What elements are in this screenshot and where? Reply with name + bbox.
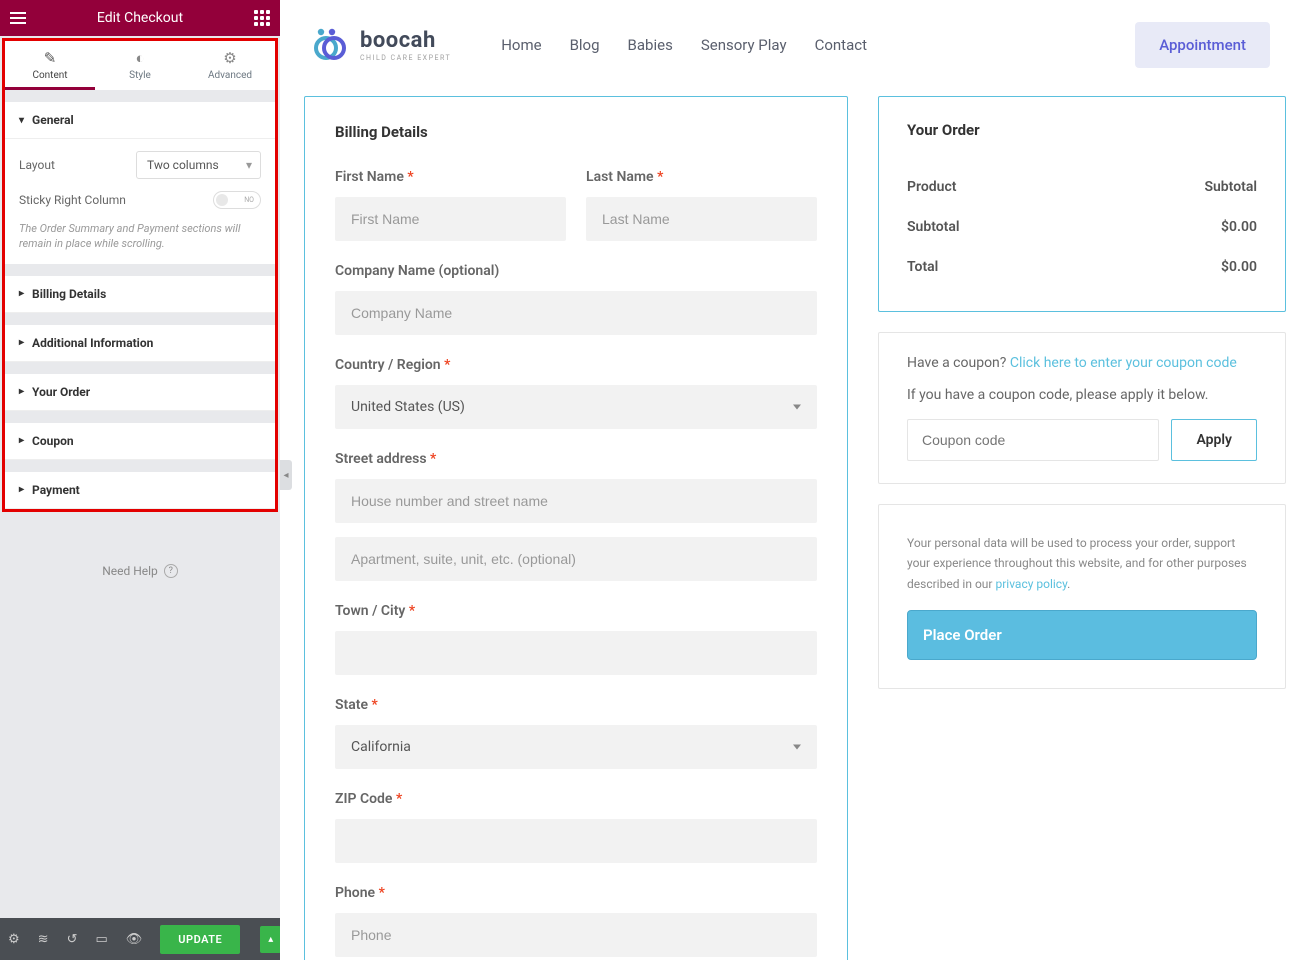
caret-right-icon: ▸ [19,484,24,495]
phone-input[interactable] [335,913,817,957]
nav-sensory[interactable]: Sensory Play [701,36,787,54]
subtotal-value: $0.00 [1221,219,1257,235]
caret-right-icon: ▸ [19,435,24,446]
coupon-input[interactable] [907,419,1159,461]
section-coupon[interactable]: ▸Coupon [5,423,275,460]
subtotal-header: Subtotal [1204,179,1257,195]
coupon-prompt: Have a coupon? Click here to enter your … [907,355,1257,371]
preview-canvas: boocah CHILD CARE EXPERT Home Blog Babie… [280,0,1300,960]
nav-blog[interactable]: Blog [570,36,600,54]
state-select[interactable]: California [335,725,817,769]
place-order-card: Your personal data will be used to proce… [878,504,1286,689]
section-payment[interactable]: ▸Payment [5,472,275,509]
subtotal-label: Subtotal [907,219,960,235]
product-header: Product [907,179,956,195]
contrast-icon: ◐ [95,49,185,67]
highlighted-panel: ✎Content ◐Style ⚙Advanced ▾General Layou… [2,38,278,512]
apply-button[interactable]: Apply [1171,419,1257,461]
navigator-icon[interactable]: ≋ [38,932,49,947]
state-label: State * [335,697,817,713]
pencil-icon: ✎ [5,49,95,67]
nav-home[interactable]: Home [501,36,541,54]
zip-label: ZIP Code * [335,791,817,807]
caret-right-icon: ▸ [19,337,24,348]
section-your-order[interactable]: ▸Your Order [5,374,275,411]
settings-icon[interactable]: ⚙ [8,932,20,947]
editor-tabs: ✎Content ◐Style ⚙Advanced [5,41,275,90]
street-label: Street address * [335,451,817,467]
logo-icon [308,26,350,64]
total-value: $0.00 [1221,259,1257,275]
sidebar-header: Edit Checkout [0,0,280,36]
order-card: Your Order Product Subtotal Subtotal $0.00… [878,96,1286,312]
billing-card: Billing Details First Name * Last Name *… [304,96,848,960]
update-dropdown[interactable]: ▴ [260,926,281,953]
general-section-content: Layout Two columns Sticky Right Column N… [5,139,275,264]
preview-icon[interactable]: 👁 [126,932,143,947]
first-name-input[interactable] [335,197,566,241]
first-name-label: First Name * [335,169,566,185]
appointment-button[interactable]: Appointment [1135,22,1270,68]
coupon-instruction: If you have a coupon code, please apply … [907,387,1257,403]
city-input[interactable] [335,631,817,675]
tab-advanced[interactable]: ⚙Advanced [185,41,275,90]
privacy-link[interactable]: privacy policy [995,577,1067,591]
gear-icon: ⚙ [185,49,275,67]
main-nav: Home Blog Babies Sensory Play Contact [501,36,867,54]
collapse-sidebar-handle[interactable]: ◂ [280,460,292,490]
section-billing-details[interactable]: ▸Billing Details [5,276,275,313]
order-title: Your Order [907,121,1257,139]
street2-input[interactable] [335,537,817,581]
nav-contact[interactable]: Contact [815,36,867,54]
editor-sidebar: Edit Checkout ✎Content ◐Style ⚙Advanced … [0,0,280,960]
sidebar-title: Edit Checkout [97,10,183,26]
help-icon: ? [164,564,178,578]
order-column: Your Order Product Subtotal Subtotal $0.00… [878,96,1286,960]
caret-down-icon: ▾ [19,115,24,126]
tab-style[interactable]: ◐Style [95,41,185,90]
sticky-toggle[interactable]: NO [213,191,261,209]
site-logo[interactable]: boocah CHILD CARE EXPERT [308,26,451,64]
responsive-icon[interactable]: ▭ [95,932,107,947]
layout-label: Layout [19,158,55,172]
company-label: Company Name (optional) [335,263,817,279]
sticky-desc: The Order Summary and Payment sections w… [19,221,261,252]
sidebar-footer: ⚙ ≋ ↺ ▭ 👁 UPDATE ▴ [0,918,280,960]
street1-input[interactable] [335,479,817,523]
city-label: Town / City * [335,603,817,619]
history-icon[interactable]: ↺ [67,932,78,947]
zip-input[interactable] [335,819,817,863]
apps-icon[interactable] [254,10,270,26]
total-label: Total [907,259,938,275]
update-button[interactable]: UPDATE [160,925,240,954]
need-help-link[interactable]: Need Help? [0,514,280,598]
phone-label: Phone * [335,885,817,901]
brand-name: boocah [360,28,451,53]
coupon-card: Have a coupon? Click here to enter your … [878,332,1286,484]
hamburger-icon[interactable] [10,12,26,24]
coupon-link[interactable]: Click here to enter your coupon code [1010,355,1237,371]
caret-right-icon: ▸ [19,288,24,299]
place-order-button[interactable]: Place Order [907,610,1257,660]
nav-babies[interactable]: Babies [628,36,673,54]
sticky-label: Sticky Right Column [19,193,126,207]
section-additional-info[interactable]: ▸Additional Information [5,325,275,362]
section-general[interactable]: ▾General [5,102,275,139]
billing-title: Billing Details [335,123,817,141]
caret-right-icon: ▸ [19,386,24,397]
last-name-input[interactable] [586,197,817,241]
layout-select[interactable]: Two columns [136,151,261,179]
company-input[interactable] [335,291,817,335]
privacy-text: Your personal data will be used to proce… [907,533,1257,594]
last-name-label: Last Name * [586,169,817,185]
tab-content[interactable]: ✎Content [5,41,95,90]
brand-tagline: CHILD CARE EXPERT [360,54,451,62]
site-header: boocah CHILD CARE EXPERT Home Blog Babie… [280,0,1300,96]
country-select[interactable]: United States (US) [335,385,817,429]
country-label: Country / Region * [335,357,817,373]
